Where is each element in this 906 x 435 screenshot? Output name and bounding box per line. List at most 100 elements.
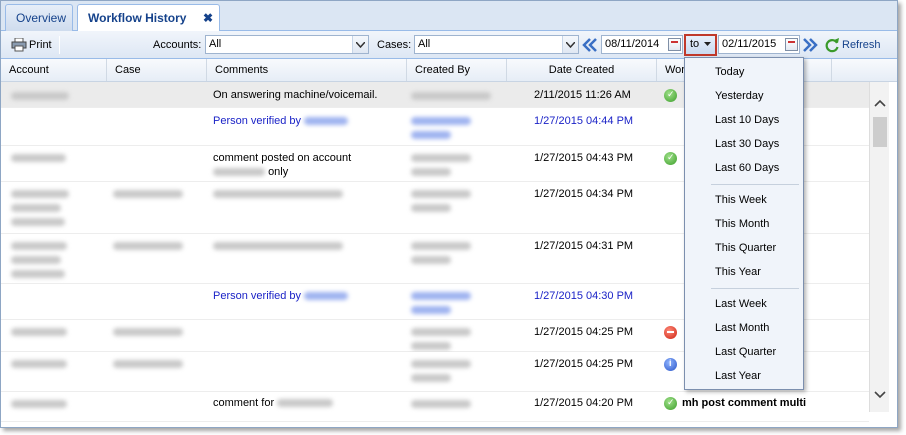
created-by-cell	[411, 239, 471, 267]
account-cell	[11, 89, 69, 103]
column-header-created-by[interactable]: Created By	[407, 59, 507, 81]
comment-cell: comment posted on account only	[213, 151, 351, 179]
menu-item-last-10-days[interactable]: Last 10 Days	[685, 108, 803, 132]
menu-item-yesterday[interactable]: Yesterday	[685, 84, 803, 108]
column-header-case[interactable]: Case	[107, 59, 207, 81]
date-cell: 1/27/2015 04:34 PM	[534, 188, 634, 200]
print-button[interactable]: Print	[11, 38, 52, 52]
account-cell	[11, 325, 67, 339]
cases-label: Cases:	[377, 39, 412, 51]
menu-item-last-30-days[interactable]: Last 30 Days	[685, 132, 803, 156]
menu-item-this-quarter[interactable]: This Quarter	[685, 236, 803, 260]
next-period-icon[interactable]	[802, 38, 818, 52]
print-label: Print	[29, 39, 52, 51]
menu-item-last-year[interactable]: Last Year	[685, 364, 803, 388]
created-by-cell	[411, 114, 471, 142]
workflow-history-window: Overview Workflow History ✖ Print Accoun…	[0, 0, 898, 428]
created-by-cell	[411, 89, 491, 103]
menu-item-last-60-days[interactable]: Last 60 Days	[685, 156, 803, 180]
workflow-cell: mh post comment multi	[682, 397, 807, 409]
comment-cell: Person verified by	[213, 289, 349, 303]
account-cell	[11, 187, 69, 229]
column-header-comments[interactable]: Comments	[207, 59, 407, 81]
date-cell: 2/11/2015 11:26 AM	[534, 89, 631, 101]
account-cell	[11, 397, 67, 411]
success-status-icon	[664, 397, 677, 410]
error-status-icon	[664, 326, 677, 339]
column-header-account[interactable]: Account	[1, 59, 107, 81]
date-to-value: 02/11/2015	[722, 38, 777, 50]
menu-item-this-year[interactable]: This Year	[685, 260, 803, 284]
refresh-button[interactable]: Refresh	[824, 37, 881, 53]
case-cell	[113, 325, 183, 339]
date-to-field[interactable]: 02/11/2015	[718, 35, 800, 54]
menu-item-this-month[interactable]: This Month	[685, 212, 803, 236]
column-header-date-created[interactable]: Date Created	[507, 59, 657, 81]
previous-period-icon[interactable]	[582, 38, 598, 52]
accounts-value: All	[209, 38, 222, 50]
tab-workflow-history-label: Workflow History	[88, 11, 187, 25]
tab-bar: Overview Workflow History ✖	[1, 1, 897, 32]
success-status-icon	[664, 152, 677, 165]
printer-icon	[11, 38, 27, 52]
menu-item-today[interactable]: Today	[685, 60, 803, 84]
cases-select[interactable]: All	[414, 35, 579, 54]
cases-value: All	[418, 38, 431, 50]
menu-separator	[711, 288, 799, 289]
comment-cell	[213, 239, 343, 253]
comment-text: Person verified by	[213, 115, 302, 127]
caret-down-icon	[704, 41, 712, 46]
comment-cell	[213, 187, 343, 201]
created-by-cell	[411, 151, 471, 179]
scroll-down-icon[interactable]	[874, 388, 886, 402]
vertical-scrollbar[interactable]	[869, 82, 889, 412]
menu-item-last-week[interactable]: Last Week	[685, 292, 803, 316]
toolbar-separator	[59, 36, 60, 54]
refresh-label: Refresh	[842, 39, 881, 51]
info-status-icon	[664, 358, 677, 371]
date-cell: 1/27/2015 04:30 PM	[534, 290, 634, 302]
menu-item-this-week[interactable]: This Week	[685, 188, 803, 212]
created-by-cell	[411, 325, 471, 353]
calendar-icon[interactable]	[668, 38, 681, 51]
menu-separator	[711, 184, 799, 185]
account-cell	[11, 239, 67, 281]
created-by-cell	[411, 289, 471, 317]
comment-cell: Person verified by	[213, 114, 349, 128]
toolbar: Print Accounts: All Cases: All 08/11/201…	[1, 31, 897, 59]
to-label: to	[690, 38, 700, 50]
date-cell: 1/27/2015 04:43 PM	[534, 152, 634, 164]
created-by-cell	[411, 187, 471, 215]
calendar-icon[interactable]	[785, 38, 798, 51]
scrollbar-thumb[interactable]	[873, 117, 887, 147]
date-cell: 1/27/2015 04:31 PM	[534, 240, 634, 252]
case-cell	[113, 187, 183, 201]
success-status-icon	[664, 89, 677, 102]
menu-item-last-month[interactable]: Last Month	[685, 316, 803, 340]
tab-overview[interactable]: Overview	[5, 4, 73, 31]
tab-overview-label: Overview	[16, 11, 67, 25]
account-cell	[11, 151, 66, 165]
comment-text: Person verified by	[213, 290, 302, 302]
comment-text-2: only	[268, 166, 289, 178]
menu-item-last-quarter[interactable]: Last Quarter	[685, 340, 803, 364]
chevron-down-icon[interactable]	[352, 36, 368, 53]
created-by-cell	[411, 357, 471, 385]
account-cell	[11, 357, 67, 371]
date-range-to-button[interactable]: to	[684, 34, 717, 56]
date-range-menu: Today Yesterday Last 10 Days Last 30 Day…	[684, 57, 804, 390]
chevron-down-icon[interactable]	[562, 36, 578, 53]
tab-workflow-history[interactable]: Workflow History ✖	[77, 4, 220, 32]
comment-text: comment posted on account	[213, 152, 352, 164]
date-from-field[interactable]: 08/11/2014	[601, 35, 683, 54]
close-icon[interactable]: ✖	[203, 5, 213, 31]
comment-cell: comment for	[213, 396, 334, 410]
comment-cell: On answering machine/voicemail.	[213, 89, 378, 101]
created-by-cell	[411, 397, 471, 411]
scroll-up-icon[interactable]	[874, 96, 886, 110]
date-cell: 1/27/2015 04:20 PM	[534, 397, 634, 409]
accounts-select[interactable]: All	[205, 35, 369, 54]
table-row[interactable]: comment for 1/27/2015 04:20 PM mh post c…	[1, 392, 869, 422]
refresh-icon	[825, 38, 839, 53]
case-cell	[113, 357, 183, 371]
